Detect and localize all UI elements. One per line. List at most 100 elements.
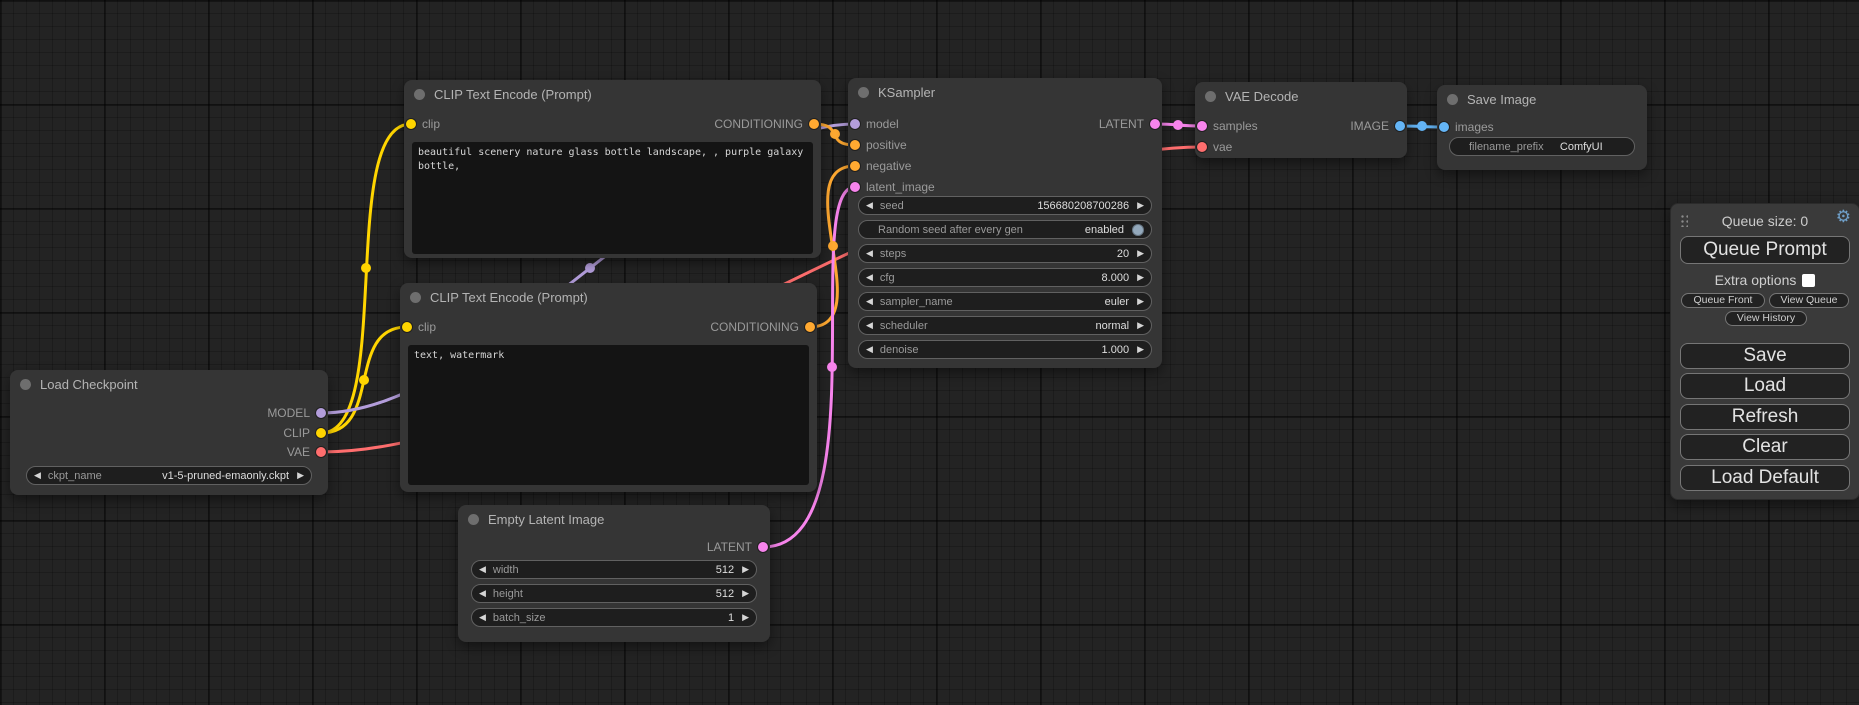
increment-arrow-icon[interactable]: ▶	[297, 471, 304, 480]
increment-arrow-icon[interactable]: ▶	[742, 589, 749, 598]
collapse-dot-icon[interactable]	[1205, 91, 1216, 102]
input-socket-images[interactable]	[1439, 122, 1449, 132]
collapse-dot-icon[interactable]	[858, 87, 869, 98]
input-label-model: model	[866, 117, 899, 131]
input-socket-model[interactable]	[850, 119, 860, 129]
node-save-image[interactable]: Save Image images filename_prefix ComfyU…	[1437, 85, 1647, 170]
queue-prompt-button[interactable]: Queue Prompt	[1680, 236, 1850, 264]
node-ksampler[interactable]: KSampler model positive negative latent_…	[848, 78, 1162, 368]
widget-label: seed	[880, 200, 1037, 212]
link-midpoint-dot	[827, 362, 837, 372]
input-socket-clip[interactable]	[406, 119, 416, 129]
decrement-arrow-icon[interactable]: ◀	[866, 201, 873, 210]
collapse-dot-icon[interactable]	[468, 514, 479, 525]
widget-random-seed-toggle[interactable]: Random seed after every gen enabled	[858, 220, 1152, 239]
node-header[interactable]: CLIP Text Encode (Prompt)	[400, 283, 817, 311]
increment-arrow-icon[interactable]: ▶	[742, 565, 749, 574]
refresh-button[interactable]: Refresh	[1680, 404, 1850, 430]
decrement-arrow-icon[interactable]: ◀	[479, 613, 486, 622]
output-socket-latent[interactable]	[1150, 119, 1160, 129]
input-socket-negative[interactable]	[850, 161, 860, 171]
collapse-dot-icon[interactable]	[414, 89, 425, 100]
widget-ckpt-name[interactable]: ◀ ckpt_name v1-5-pruned-emaonly.ckpt ▶	[26, 466, 312, 485]
output-socket-vae[interactable]	[316, 447, 326, 457]
link-midpoint-dot	[361, 263, 371, 273]
widget-value: euler	[1105, 296, 1129, 308]
output-label-latent: LATENT	[707, 540, 752, 554]
collapse-dot-icon[interactable]	[1447, 94, 1458, 105]
widget-seed[interactable]: ◀ seed 156680208700286 ▶	[858, 196, 1152, 215]
collapse-dot-icon[interactable]	[410, 292, 421, 303]
view-history-button[interactable]: View History	[1725, 311, 1807, 326]
clear-button[interactable]: Clear	[1680, 434, 1850, 460]
decrement-arrow-icon[interactable]: ◀	[866, 273, 873, 282]
increment-arrow-icon[interactable]: ▶	[1137, 273, 1144, 282]
extra-options-checkbox[interactable]	[1802, 274, 1815, 287]
increment-arrow-icon[interactable]: ▶	[742, 613, 749, 622]
input-socket-clip[interactable]	[402, 322, 412, 332]
link-midpoint-dot	[828, 241, 838, 251]
extra-options-label: Extra options	[1715, 272, 1797, 288]
queue-front-button[interactable]: Queue Front	[1681, 293, 1765, 308]
widget-sampler-name[interactable]: ◀ sampler_name euler ▶	[858, 292, 1152, 311]
output-socket-conditioning[interactable]	[809, 119, 819, 129]
increment-arrow-icon[interactable]: ▶	[1137, 345, 1144, 354]
output-socket-model[interactable]	[316, 408, 326, 418]
widget-denoise[interactable]: ◀ denoise 1.000 ▶	[858, 340, 1152, 359]
increment-arrow-icon[interactable]: ▶	[1137, 297, 1144, 306]
widget-scheduler[interactable]: ◀ scheduler normal ▶	[858, 316, 1152, 335]
decrement-arrow-icon[interactable]: ◀	[866, 321, 873, 330]
output-socket-latent[interactable]	[758, 542, 768, 552]
node-header[interactable]: KSampler	[848, 78, 1162, 106]
widget-value: 1.000	[1102, 344, 1130, 356]
output-socket-conditioning[interactable]	[805, 322, 815, 332]
settings-gear-icon[interactable]: ⚙	[1836, 208, 1851, 225]
input-socket-positive[interactable]	[850, 140, 860, 150]
widget-width[interactable]: ◀ width 512 ▶	[471, 560, 757, 579]
widget-value: ComfyUI	[1544, 141, 1619, 153]
widget-value: 156680208700286	[1037, 200, 1129, 212]
widget-cfg[interactable]: ◀ cfg 8.000 ▶	[858, 268, 1152, 287]
collapse-dot-icon[interactable]	[20, 379, 31, 390]
increment-arrow-icon[interactable]: ▶	[1137, 321, 1144, 330]
widget-filename-prefix[interactable]: filename_prefix ComfyUI	[1449, 137, 1635, 156]
increment-arrow-icon[interactable]: ▶	[1137, 249, 1144, 258]
input-socket-latent-image[interactable]	[850, 182, 860, 192]
node-vae-decode[interactable]: VAE Decode samples vae IMAGE	[1195, 82, 1407, 158]
prompt-textarea[interactable]: text, watermark	[408, 345, 809, 485]
node-clip-text-encode-negative[interactable]: CLIP Text Encode (Prompt) clip CONDITION…	[400, 283, 817, 492]
decrement-arrow-icon[interactable]: ◀	[34, 471, 41, 480]
input-label-vae: vae	[1213, 140, 1232, 154]
prompt-textarea[interactable]: beautiful scenery nature glass bottle la…	[412, 142, 813, 254]
node-load-checkpoint[interactable]: Load Checkpoint MODEL CLIP VAE ◀ ckpt_na…	[10, 370, 328, 495]
output-label-image: IMAGE	[1350, 119, 1389, 133]
save-button[interactable]: Save	[1680, 343, 1850, 369]
input-socket-vae[interactable]	[1197, 142, 1207, 152]
decrement-arrow-icon[interactable]: ◀	[479, 589, 486, 598]
node-clip-text-encode-positive[interactable]: CLIP Text Encode (Prompt) clip CONDITION…	[404, 80, 821, 258]
view-queue-button[interactable]: View Queue	[1769, 293, 1849, 308]
decrement-arrow-icon[interactable]: ◀	[866, 345, 873, 354]
load-default-button[interactable]: Load Default	[1680, 465, 1850, 491]
node-empty-latent-image[interactable]: Empty Latent Image LATENT ◀ width 512 ▶ …	[458, 505, 770, 642]
node-title: KSampler	[878, 85, 935, 100]
node-header[interactable]: Load Checkpoint	[10, 370, 328, 398]
widget-steps[interactable]: ◀ steps 20 ▶	[858, 244, 1152, 263]
increment-arrow-icon[interactable]: ▶	[1137, 201, 1144, 210]
node-header[interactable]: Empty Latent Image	[458, 505, 770, 533]
node-header[interactable]: Save Image	[1437, 85, 1647, 113]
decrement-arrow-icon[interactable]: ◀	[479, 565, 486, 574]
output-socket-clip[interactable]	[316, 428, 326, 438]
node-header[interactable]: CLIP Text Encode (Prompt)	[404, 80, 821, 108]
widget-height[interactable]: ◀ height 512 ▶	[471, 584, 757, 603]
decrement-arrow-icon[interactable]: ◀	[866, 249, 873, 258]
output-label-conditioning: CONDITIONING	[710, 320, 799, 334]
output-socket-image[interactable]	[1395, 121, 1405, 131]
decrement-arrow-icon[interactable]: ◀	[866, 297, 873, 306]
toggle-knob-icon[interactable]	[1132, 224, 1144, 236]
input-socket-samples[interactable]	[1197, 121, 1207, 131]
load-button[interactable]: Load	[1680, 373, 1850, 399]
node-header[interactable]: VAE Decode	[1195, 82, 1407, 110]
output-label-latent: LATENT	[1099, 117, 1144, 131]
widget-batch-size[interactable]: ◀ batch_size 1 ▶	[471, 608, 757, 627]
